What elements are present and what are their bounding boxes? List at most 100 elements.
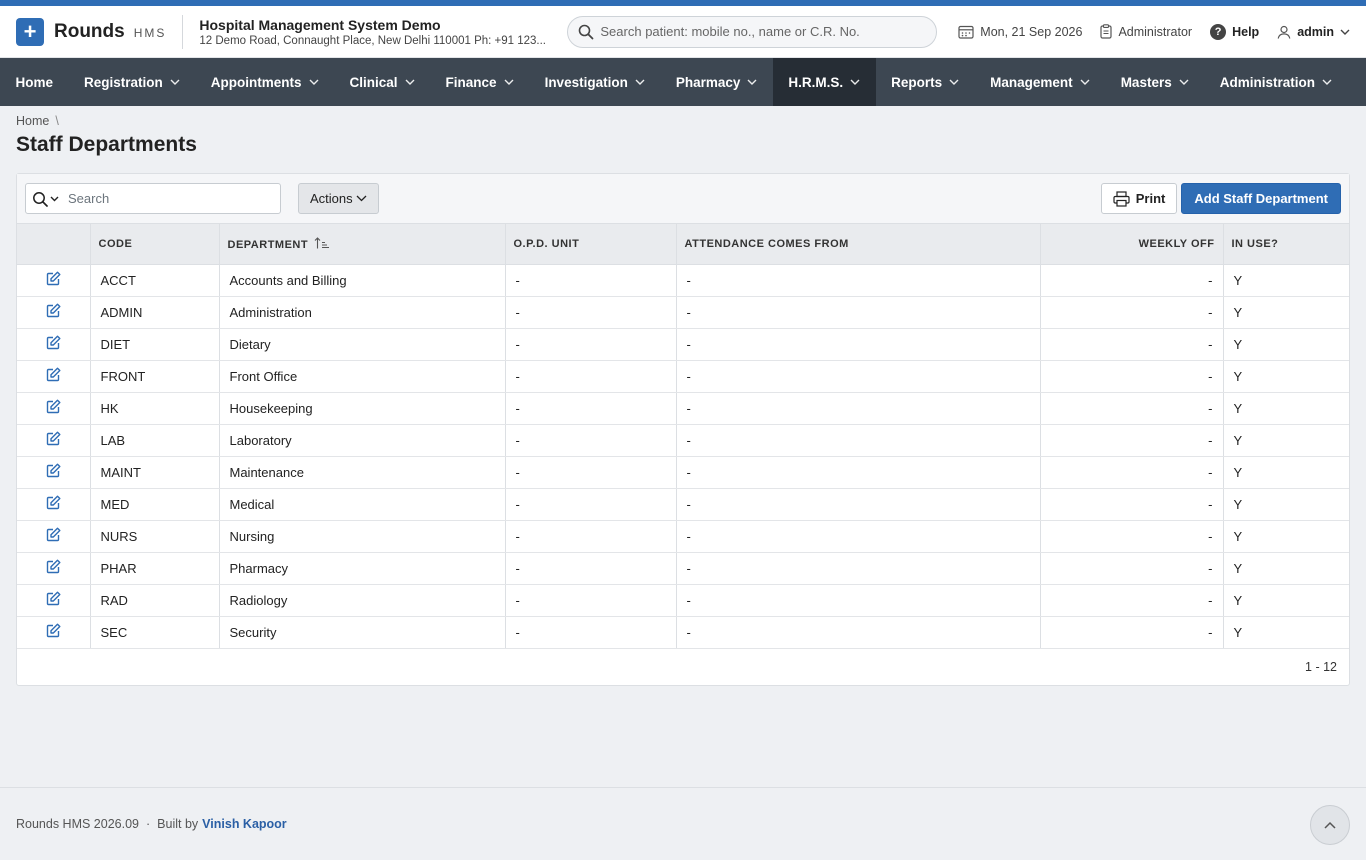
sort-ascending-icon xyxy=(314,236,329,249)
nav-item-reports[interactable]: Reports xyxy=(876,58,975,106)
cell-department: Administration xyxy=(219,296,506,329)
cell-weekly-off: - xyxy=(1040,520,1224,553)
cell-weekly-off: - xyxy=(1040,424,1224,457)
chevron-down-icon xyxy=(405,79,415,85)
brand-logo[interactable]: + Rounds HMS xyxy=(16,17,166,46)
cell-attendance: - xyxy=(676,616,1041,649)
chevron-down-icon xyxy=(309,79,319,85)
col-code[interactable]: CODE xyxy=(90,224,220,265)
edit-icon[interactable] xyxy=(46,623,61,638)
col-weekly-off[interactable]: WEEKLY OFF xyxy=(1040,224,1224,265)
nav-item-label: Management xyxy=(990,74,1073,90)
nav-item-masters[interactable]: Masters xyxy=(1105,58,1204,106)
nav-item-finance[interactable]: Finance xyxy=(430,58,529,106)
breadcrumb-separator: \ xyxy=(55,114,59,128)
cell-in-use: Y xyxy=(1223,488,1349,521)
nav-item-administration[interactable]: Administration xyxy=(1204,58,1347,106)
breadcrumb-home[interactable]: Home xyxy=(16,114,49,128)
col-in-use[interactable]: IN USE? xyxy=(1223,224,1349,265)
nav-item-label: Home xyxy=(15,74,54,90)
actions-dropdown-button[interactable]: Actions xyxy=(298,183,379,214)
edit-icon[interactable] xyxy=(46,335,61,350)
cell-weekly-off: - xyxy=(1040,552,1224,585)
breadcrumb: Home \ xyxy=(16,114,1350,128)
table-row: MED Medical - - - Y xyxy=(17,488,1349,521)
nav-item-label: Finance xyxy=(445,74,497,90)
cell-opd-unit: - xyxy=(505,584,677,617)
edit-cell xyxy=(17,424,91,457)
edit-icon[interactable] xyxy=(46,591,61,606)
table-toolbar: Actions Print Add Staff Department xyxy=(17,174,1349,224)
cell-department: Laboratory xyxy=(219,424,506,457)
nav-item-label: Clinical xyxy=(349,74,398,90)
edit-icon[interactable] xyxy=(46,303,61,318)
nav-item-home[interactable]: Home xyxy=(0,58,69,106)
print-label: Print xyxy=(1135,191,1166,206)
nav-item-h-r-m-s[interactable]: H.R.M.S. xyxy=(772,58,876,106)
cell-attendance: - xyxy=(676,552,1041,585)
print-button[interactable]: Print xyxy=(1100,183,1178,214)
nav-item-label: Masters xyxy=(1120,74,1172,90)
cell-code: SEC xyxy=(90,616,220,649)
scroll-to-top-button[interactable] xyxy=(1310,805,1350,845)
col-department[interactable]: DEPARTMENT xyxy=(219,224,506,265)
edit-icon[interactable] xyxy=(46,463,61,478)
edit-icon[interactable] xyxy=(46,495,61,510)
nav-item-appointments[interactable]: Appointments xyxy=(195,58,334,106)
table-row: NURS Nursing - - - Y xyxy=(17,520,1349,553)
patient-search-input[interactable] xyxy=(600,24,921,39)
chevron-down-icon xyxy=(1179,79,1189,85)
hospital-name: Hospital Management System Demo xyxy=(199,16,441,33)
edit-icon[interactable] xyxy=(46,367,61,382)
edit-cell xyxy=(17,488,91,521)
hospital-info: Hospital Management System Demo 12 Demo … xyxy=(199,17,559,47)
toolbar-right: Print Add Staff Department xyxy=(1100,183,1341,214)
edit-icon[interactable] xyxy=(46,527,61,542)
patient-search-box xyxy=(567,15,938,48)
edit-icon[interactable] xyxy=(46,271,61,286)
edit-cell xyxy=(17,264,91,297)
table-row: FRONT Front Office - - - Y xyxy=(17,360,1349,393)
role-switcher[interactable]: Administrator xyxy=(1100,24,1192,39)
search-icon[interactable] xyxy=(32,191,60,207)
nav-item-label: Appointments xyxy=(210,74,302,90)
current-date-label: Mon, 21 Sep 2026 xyxy=(980,24,1083,39)
cell-code: ADMIN xyxy=(90,296,220,329)
col-attendance[interactable]: ATTENDANCE COMES FROM xyxy=(676,224,1041,265)
cell-attendance: - xyxy=(676,456,1041,489)
help-link[interactable]: ? Help xyxy=(1210,23,1259,40)
edit-icon[interactable] xyxy=(46,559,61,574)
page-footer: Rounds HMS 2026.09 · Built by Vinish Kap… xyxy=(0,787,1366,860)
cell-opd-unit: - xyxy=(505,520,677,553)
table-row: RAD Radiology - - - Y xyxy=(17,584,1349,617)
chevron-down-icon xyxy=(635,79,645,85)
chevron-down-icon xyxy=(747,79,757,85)
nav-item-pharmacy[interactable]: Pharmacy xyxy=(660,58,773,106)
col-opd-unit[interactable]: O.P.D. UNIT xyxy=(505,224,677,265)
col-edit xyxy=(17,224,91,265)
user-menu[interactable]: admin xyxy=(1277,25,1350,39)
cell-opd-unit: - xyxy=(505,360,677,393)
nav-item-clinical[interactable]: Clinical xyxy=(334,58,430,106)
cell-opd-unit: - xyxy=(505,328,677,361)
table-row: MAINT Maintenance - - - Y xyxy=(17,456,1349,489)
cell-department: Medical xyxy=(219,488,506,521)
add-staff-department-button[interactable]: Add Staff Department xyxy=(1181,183,1341,214)
cell-attendance: - xyxy=(676,328,1041,361)
chevron-down-icon xyxy=(504,79,514,85)
nav-item-registration[interactable]: Registration xyxy=(69,58,196,106)
table-header-row: CODE DEPARTMENT O.P.D. UNIT ATTENDANCE C… xyxy=(17,224,1349,265)
chevron-down-icon xyxy=(1322,79,1332,85)
edit-icon[interactable] xyxy=(46,399,61,414)
footer-author-link[interactable]: Vinish Kapoor xyxy=(202,817,287,831)
nav-item-investigation[interactable]: Investigation xyxy=(529,58,660,106)
cell-attendance: - xyxy=(676,296,1041,329)
nav-item-management[interactable]: Management xyxy=(975,58,1106,106)
cell-in-use: Y xyxy=(1223,520,1349,553)
cell-code: RAD xyxy=(90,584,220,617)
table-row: ACCT Accounts and Billing - - - Y xyxy=(17,264,1349,297)
edit-icon[interactable] xyxy=(46,431,61,446)
edit-cell xyxy=(17,584,91,617)
table-search-input[interactable] xyxy=(68,191,268,206)
cell-code: NURS xyxy=(90,520,220,553)
